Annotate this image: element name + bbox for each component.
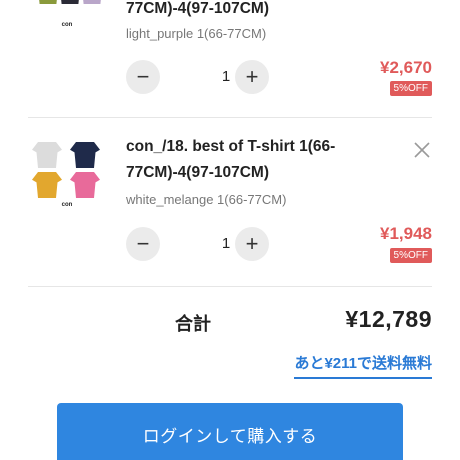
divider xyxy=(28,286,432,287)
item-price: ¥2,670 xyxy=(380,58,432,77)
item-price: ¥1,948 xyxy=(380,224,432,243)
product-name[interactable]: 77CM)-4(97-107CM) xyxy=(126,0,366,22)
product-name[interactable]: con_/18. best of T-shirt 1(66-77CM)-4(97… xyxy=(126,134,366,186)
discount-badge: 5%OFF xyxy=(389,81,432,96)
product-thumbnail[interactable]: con xyxy=(28,136,106,214)
discount-badge: 5%OFF xyxy=(389,248,432,263)
decrement-button[interactable]: − xyxy=(126,60,160,94)
shirt-image xyxy=(56,0,84,4)
product-variant: white_melange 1(66-77CM) xyxy=(126,192,287,207)
decrement-button[interactable]: − xyxy=(126,227,160,261)
cart-item: con con_/18. best of T-shirt 1(66-77CM)-… xyxy=(28,118,432,286)
shirt-image xyxy=(70,172,100,198)
brand-logo: con xyxy=(61,202,73,208)
free-shipping-link[interactable]: あと¥211で送料無料 xyxy=(294,352,432,379)
shirt-image xyxy=(70,142,100,168)
plus-icon: + xyxy=(245,64,259,89)
total-value: ¥12,789 xyxy=(345,306,432,332)
shirt-image xyxy=(32,142,62,168)
total-label: 合計 xyxy=(175,314,211,334)
close-icon[interactable] xyxy=(412,140,432,160)
product-variant: light_purple 1(66-77CM) xyxy=(126,26,267,41)
increment-button[interactable]: + xyxy=(235,227,269,261)
brand-logo: con xyxy=(61,22,73,28)
cart-item: con 77CM)-4(97-107CM) light_purple 1(66-… xyxy=(28,0,432,118)
minus-icon: − xyxy=(136,64,150,89)
minus-icon: − xyxy=(136,231,150,256)
shirt-image xyxy=(32,172,62,198)
increment-button[interactable]: + xyxy=(235,60,269,94)
login-purchase-button[interactable]: ログインして購入する xyxy=(57,403,403,460)
shirt-image xyxy=(34,0,62,4)
plus-icon: + xyxy=(245,231,259,256)
shirt-image xyxy=(78,0,106,4)
product-thumbnail[interactable]: con xyxy=(28,0,106,56)
